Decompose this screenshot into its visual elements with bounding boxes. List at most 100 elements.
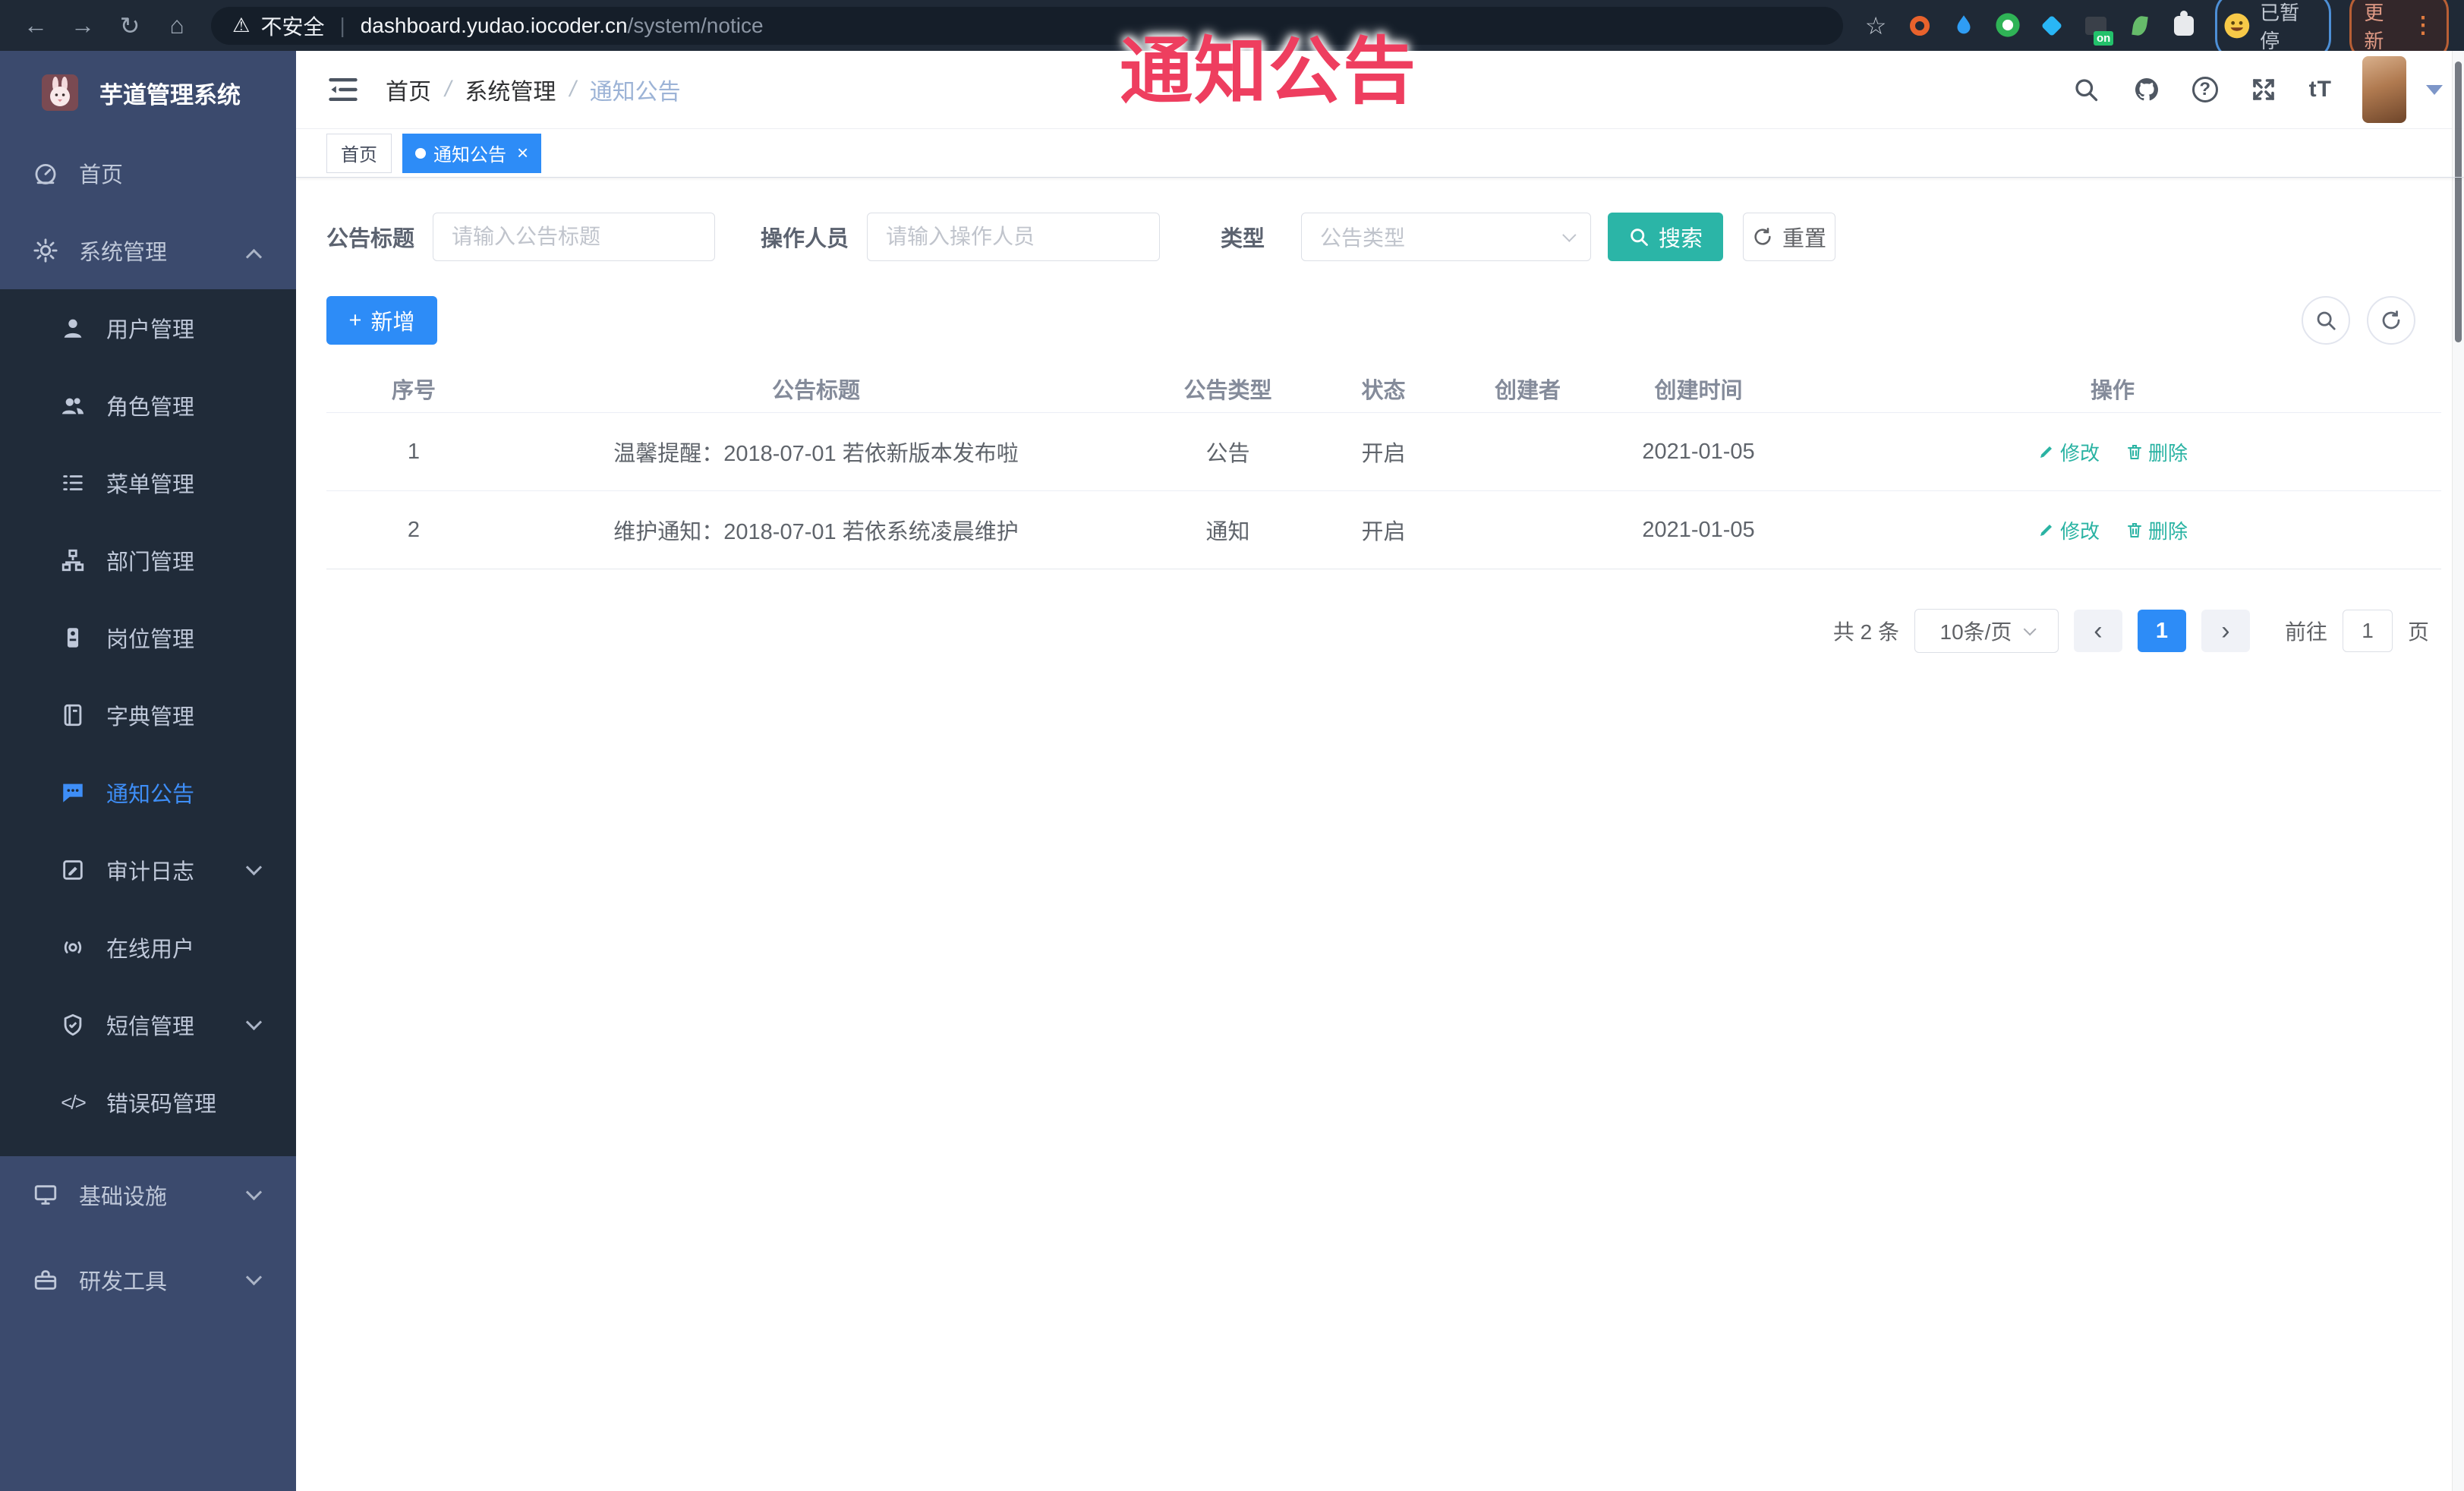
tag-label: 首页 <box>341 145 377 165</box>
extension-orange-icon[interactable] <box>1907 12 1933 39</box>
not-secure-warning-icon: ⚠ <box>232 14 250 36</box>
sidebar-item-error-codes[interactable]: </> 错误码管理 <box>0 1064 296 1141</box>
github-icon[interactable] <box>2132 74 2162 105</box>
goto-page-input[interactable] <box>2342 610 2393 652</box>
sidebar-item-label: 字典管理 <box>106 705 195 730</box>
sidebar-item-roles[interactable]: 角色管理 <box>0 367 296 444</box>
refresh-icon <box>1754 227 1771 245</box>
sidebar-item-label: 菜单管理 <box>106 473 195 497</box>
sidebar-item-notice[interactable]: 通知公告 <box>0 754 296 831</box>
extension-green-circle-icon[interactable] <box>1995 12 2021 39</box>
show-search-toggle-button[interactable] <box>2302 296 2350 345</box>
delete-link[interactable]: 删除 <box>2125 438 2188 466</box>
trash-icon <box>2128 445 2141 459</box>
refresh-table-button[interactable] <box>2367 296 2415 345</box>
pagination: 共 2 条 10条/页 ‹ 1 › 前往 页 <box>326 609 2429 653</box>
sidebar-collapse-icon[interactable] <box>326 73 360 106</box>
page-scrollbar[interactable] <box>2452 51 2464 1491</box>
extensions-puzzle-icon[interactable] <box>2171 10 2197 39</box>
prev-page-button[interactable]: ‹ <box>2073 610 2122 652</box>
address-bar[interactable]: ⚠ 不安全 | dashboard.yudao.iocoder.cn/syste… <box>211 6 1844 45</box>
update-label: 更新 <box>2364 1 2384 52</box>
sidebar-item-departments[interactable]: 部门管理 <box>0 522 296 599</box>
filter-form: 公告标题 操作人员 类型 公告类型 搜索 重置 <box>326 213 2441 261</box>
reset-button[interactable]: 重置 <box>1743 213 1836 261</box>
tag-home[interactable]: 首页 <box>326 133 392 173</box>
sidebar-item-users[interactable]: 用户管理 <box>0 289 296 367</box>
url-host: dashboard.yudao.iocoder.cn <box>360 13 628 37</box>
sidebar-item-label: 审计日志 <box>106 860 195 884</box>
active-tag-dot <box>415 147 426 159</box>
main-area: 首页 / 系统管理 / 通知公告 ? tT 首页 通知公告 × 公告标题 请输入… <box>296 51 2464 1491</box>
search-icon[interactable] <box>2071 74 2101 105</box>
extension-gem-icon[interactable] <box>2039 12 2065 39</box>
users-icon <box>59 392 87 419</box>
title-filter-input[interactable] <box>433 213 716 261</box>
page-size-value: 10条/页 <box>1939 620 2012 644</box>
sidebar-item-audit-log[interactable]: 审计日志 <box>0 831 296 909</box>
browser-back-icon[interactable]: ← <box>15 9 56 43</box>
sidebar-item-menus[interactable]: 菜单管理 <box>0 444 296 522</box>
sidebar-item-label: 角色管理 <box>106 396 195 420</box>
operator-filter-input[interactable] <box>867 213 1161 261</box>
user-icon <box>59 314 87 342</box>
user-avatar[interactable] <box>2362 56 2406 123</box>
book-icon <box>59 701 87 729</box>
sidebar-item-sms[interactable]: 短信管理 <box>0 986 296 1064</box>
browser-forward-icon[interactable]: → <box>62 9 103 43</box>
chevron-down-icon <box>2024 623 2037 636</box>
dashboard-icon <box>32 159 59 187</box>
sidebar-item-label: 通知公告 <box>106 783 195 807</box>
search-button[interactable]: 搜索 <box>1608 213 1724 261</box>
edit-link[interactable]: 修改 <box>2037 438 2100 466</box>
browser-home-icon[interactable]: ⌂ <box>156 9 197 43</box>
tag-notice[interactable]: 通知公告 × <box>402 133 542 173</box>
tag-close-icon[interactable]: × <box>517 141 528 165</box>
sidebar-item-system[interactable]: 系统管理 <box>0 212 296 289</box>
sidebar-item-infrastructure[interactable]: 基础设施 <box>0 1156 296 1234</box>
page-size-select[interactable]: 10条/页 <box>1914 609 2059 653</box>
next-page-button[interactable]: › <box>2201 610 2250 652</box>
add-button[interactable]: + 新增 <box>326 296 437 345</box>
app-title: 芋道管理系统 <box>99 81 241 109</box>
gear-icon <box>32 237 59 264</box>
chevron-down-icon <box>245 1184 263 1201</box>
breadcrumb-current: 通知公告 <box>589 80 681 105</box>
browser-menu-kebab-icon[interactable]: ⋮ <box>2412 14 2434 37</box>
fullscreen-icon[interactable] <box>2248 74 2279 105</box>
type-filter-label: 类型 <box>1221 227 1265 251</box>
sidebar-item-online-users[interactable]: 在线用户 <box>0 909 296 986</box>
breadcrumb-home[interactable]: 首页 <box>386 73 431 106</box>
extension-drop-icon[interactable] <box>1951 12 1977 39</box>
scrollbar-thumb[interactable] <box>2455 61 2462 342</box>
column-header: 公告类型 <box>1183 378 1272 403</box>
system-submenu: 用户管理 角色管理 菜单管理 部门管理 岗位管理 字典管理 通知公告 审计日志 … <box>0 289 296 1156</box>
breadcrumb-separator: / <box>569 77 576 102</box>
sidebar-item-dictionary[interactable]: 字典管理 <box>0 676 296 754</box>
breadcrumb-system[interactable]: 系统管理 <box>465 73 556 106</box>
edit-link[interactable]: 修改 <box>2037 516 2100 544</box>
type-select[interactable]: 公告类型 <box>1301 213 1592 261</box>
bookmark-star-icon[interactable]: ☆ <box>1863 12 1889 39</box>
profile-emoji-avatar <box>2224 13 2250 38</box>
cell-status: 开启 <box>1361 520 1406 544</box>
sidebar-item-posts[interactable]: 岗位管理 <box>0 599 296 676</box>
browser-reload-icon[interactable]: ↻ <box>109 9 150 43</box>
title-filter-label: 公告标题 <box>326 227 415 251</box>
delete-link[interactable]: 删除 <box>2125 516 2188 544</box>
current-page-button[interactable]: 1 <box>2137 610 2186 652</box>
edit-pencil-icon <box>2040 525 2052 536</box>
app-logo[interactable]: 芋道管理系统 <box>0 51 296 134</box>
tag-label: 通知公告 <box>433 145 506 165</box>
sidebar-item-dev-tools[interactable]: 研发工具 <box>0 1241 296 1319</box>
table-header-row: 序号 公告标题 公告类型 状态 创建者 创建时间 操作 <box>326 364 2441 413</box>
sidebar-item-home[interactable]: 首页 <box>0 134 296 212</box>
extension-sprout-icon[interactable] <box>2127 12 2153 39</box>
font-size-icon[interactable]: tT <box>2309 77 2332 102</box>
on-badge: on <box>2093 30 2114 46</box>
breadcrumb: 首页 / 系统管理 / 通知公告 <box>386 73 681 106</box>
avatar-caret-down-icon[interactable] <box>2426 84 2443 95</box>
help-icon[interactable]: ? <box>2191 77 2218 102</box>
extension-on-icon[interactable]: on <box>2083 12 2114 46</box>
breadcrumb-separator: / <box>445 77 452 102</box>
